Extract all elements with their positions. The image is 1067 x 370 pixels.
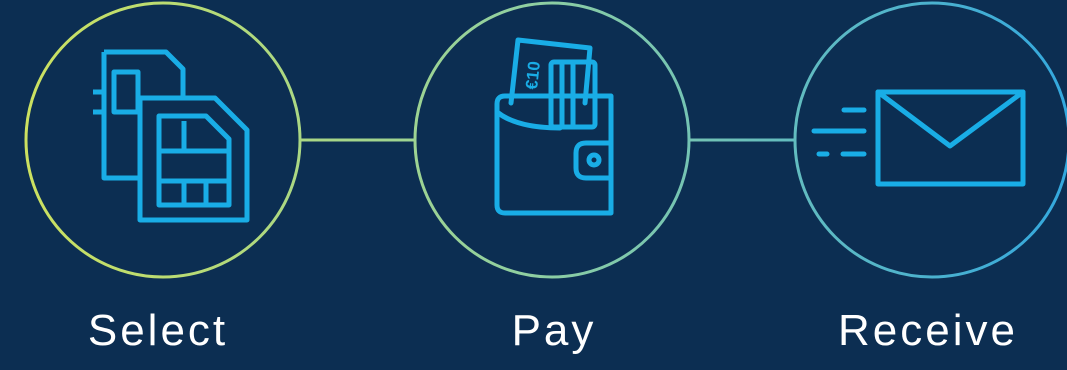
step-label-receive: Receive [838,306,1018,355]
step-circle-select [24,1,302,279]
step-circle-receive [793,1,1067,279]
sim-card-icon [93,49,250,223]
banknote-label: €10 [522,60,544,90]
wallet-icon [494,37,614,216]
envelope-icon [811,89,1026,187]
step-label-pay: Pay [511,306,597,355]
step-label-select: Select [87,306,229,355]
process-steps-diagram: €10 Select Pay Receive [0,0,1067,370]
